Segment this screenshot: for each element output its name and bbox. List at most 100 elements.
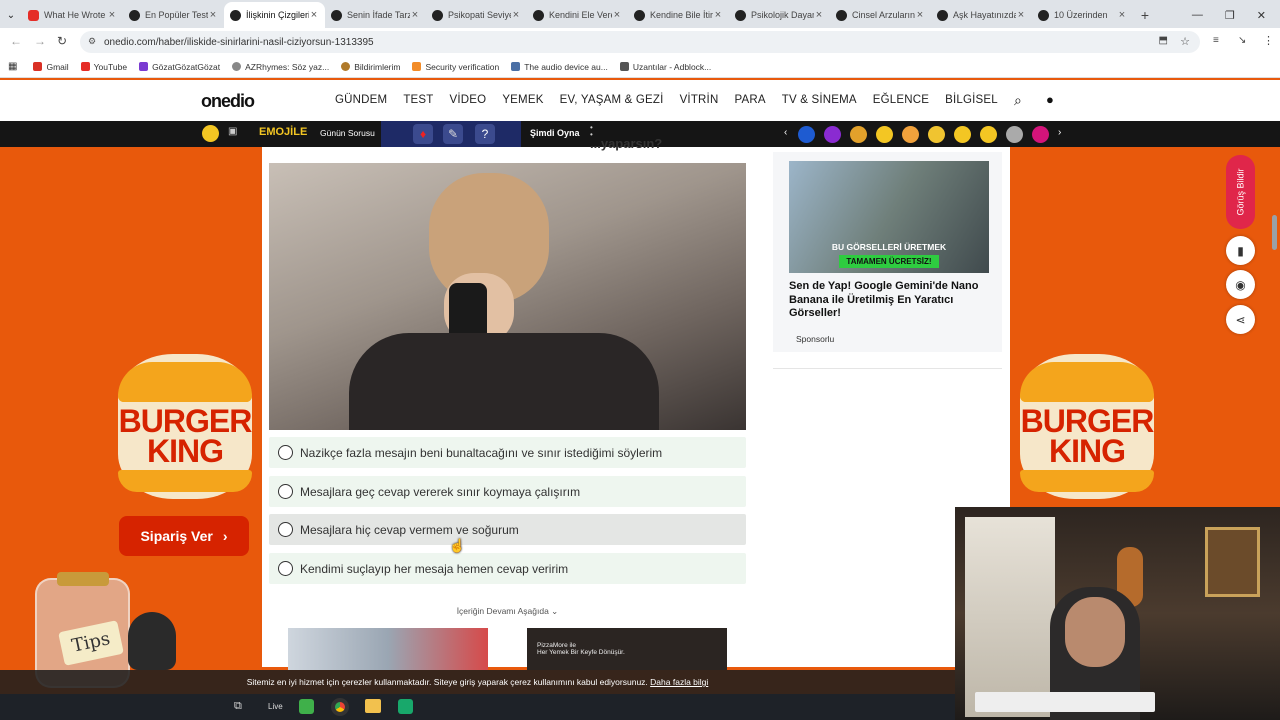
cookie-more-link[interactable]: Daha fazla bilgi <box>650 677 708 687</box>
chevron-left-icon[interactable]: ‹ <box>784 127 787 138</box>
browser-tab[interactable]: 10 Üzerinden × <box>1032 2 1133 28</box>
folder-icon[interactable] <box>365 699 381 713</box>
emoji-item-icon[interactable] <box>824 126 841 143</box>
back-icon[interactable]: ← <box>10 34 22 48</box>
nav-ev-yasam-gezi[interactable]: EV, YAŞAM & GEZİ <box>560 94 664 106</box>
bookmark-security[interactable]: Security verification <box>412 62 499 72</box>
chevron-right-icon[interactable]: › <box>1058 127 1061 138</box>
live-item[interactable]: Live <box>268 702 283 711</box>
bookmark-icon[interactable]: ▮ <box>1226 236 1255 265</box>
media-control-icon[interactable]: ≡ <box>1213 35 1219 46</box>
browser-tab[interactable]: Senin İfade Tarzın× <box>325 2 426 28</box>
emoji-item-icon[interactable] <box>1032 126 1049 143</box>
address-bar[interactable]: ⚙ onedio.com/haber/iliskide-sinirlarini-… <box>80 31 1200 53</box>
emoji-item-icon[interactable] <box>980 126 997 143</box>
feedback-button[interactable]: Görüş Bildir <box>1226 155 1255 229</box>
emoji-item-icon[interactable] <box>850 126 867 143</box>
browser-tab[interactable]: Cinsel Arzuların × <box>830 2 931 28</box>
nav-video[interactable]: VİDEO <box>450 94 487 106</box>
share-icon[interactable]: ⋖ <box>1226 305 1255 334</box>
close-icon[interactable]: × <box>1117 9 1127 21</box>
bookmark-bildirimlerim[interactable]: Bildirimlerim <box>341 62 400 72</box>
close-icon[interactable]: × <box>1016 9 1026 21</box>
close-icon[interactable]: × <box>612 9 622 21</box>
sidebar-ad-image[interactable]: BU GÖRSELLERİ ÜRETMEK TAMAMEN ÜCRETSİZ! <box>789 161 989 273</box>
app-icon[interactable] <box>398 699 413 714</box>
emoji-item-icon[interactable] <box>954 126 971 143</box>
browser-tab[interactable]: Psikopati Seviyen× <box>426 2 527 28</box>
browser-tab[interactable]: Kendini Ele Veren× <box>527 2 628 28</box>
chrome-icon[interactable] <box>331 698 349 716</box>
install-icon[interactable]: ⬒ <box>1159 35 1168 46</box>
nav-para[interactable]: PARA <box>734 94 765 106</box>
bookmark-star-icon[interactable]: ☆ <box>1180 35 1190 48</box>
bookmark-uzantilar[interactable]: Uzantılar - Adblock... <box>619 62 711 72</box>
nav-gundem[interactable]: GÜNDEM <box>335 94 387 106</box>
download-icon[interactable]: ↘ <box>1238 35 1246 46</box>
site-info-icon[interactable]: ⚙ <box>88 36 96 47</box>
nav-bilgisel[interactable]: BİLGİSEL <box>945 94 998 106</box>
user-icon[interactable]: ● <box>1046 92 1054 107</box>
continue-below[interactable]: İçeriğin Devamı Aşağıda ⌄ <box>269 606 746 626</box>
emoji-item-icon[interactable] <box>876 126 893 143</box>
close-icon[interactable]: × <box>107 9 117 21</box>
close-icon[interactable]: × <box>410 9 420 21</box>
answer-option-hover[interactable]: Mesajlara hiç cevap vermem ve soğurum <box>269 514 746 545</box>
radio-button[interactable] <box>278 522 293 537</box>
nav-tv-sinema[interactable]: TV & SİNEMA <box>782 94 857 106</box>
answer-option[interactable]: Mesajlara geç cevap vererek sınır koymay… <box>269 476 746 507</box>
radio-button[interactable] <box>278 561 293 576</box>
browser-tab[interactable]: Psikolojik Dayanıklılık× <box>729 2 830 28</box>
burger-king-logo-left[interactable]: BURGER KING <box>118 354 252 499</box>
bookmark-gozat[interactable]: GözatGözatGözat <box>139 62 220 72</box>
browser-tab[interactable]: En Popüler Testler× <box>123 2 224 28</box>
bookmark-azrhymes[interactable]: AZRhymes: Söz yaz... <box>232 62 329 72</box>
play-now-button[interactable]: Şimdi Oyna <box>530 128 580 138</box>
answer-option[interactable]: Kendimi suçlayıp her mesaja hemen cevap … <box>269 553 746 584</box>
sidebar-ad-title[interactable]: Sen de Yap! Google Gemini'de Nano Banana… <box>789 280 989 321</box>
reload-icon[interactable]: ↻ <box>57 34 67 48</box>
emoji-item-icon[interactable] <box>1006 126 1023 143</box>
order-button[interactable]: Sipariş Ver › <box>119 516 249 556</box>
new-tab-icon[interactable]: + <box>1133 2 1157 28</box>
browser-tab[interactable]: Aşk Hayatınızda × <box>931 2 1032 28</box>
close-icon[interactable]: × <box>915 9 925 21</box>
tab-search-icon[interactable]: ⌄ <box>0 2 22 28</box>
browser-tab[interactable]: What He Wrote × <box>22 2 123 28</box>
close-window-icon[interactable]: ✕ <box>1257 9 1266 22</box>
close-icon[interactable]: × <box>309 9 319 21</box>
emoji-item-icon[interactable] <box>902 126 919 143</box>
ad-image-appliances[interactable] <box>288 628 488 670</box>
forward-icon[interactable]: → <box>34 34 46 48</box>
close-icon[interactable]: × <box>814 9 824 21</box>
emoji-puzzle[interactable]: ♦ ✎ ? <box>381 121 521 147</box>
answer-option[interactable]: Nazikçe fazla mesajın beni bunaltacağını… <box>269 437 746 468</box>
radio-button[interactable] <box>278 484 293 499</box>
nav-yemek[interactable]: YEMEK <box>502 94 543 106</box>
close-icon[interactable]: × <box>511 9 521 21</box>
close-icon[interactable]: × <box>713 9 723 21</box>
radio-button[interactable] <box>278 445 293 460</box>
maximize-icon[interactable]: ❐ <box>1225 9 1235 22</box>
nav-test[interactable]: TEST <box>403 94 433 106</box>
scrollbar-thumb[interactable] <box>1272 215 1277 250</box>
app-icon[interactable] <box>299 699 314 714</box>
browser-tab[interactable]: Kendine Bile İtiraf× <box>628 2 729 28</box>
task-view-icon[interactable]: ⧉ <box>234 700 242 713</box>
bookmark-audio[interactable]: The audio device au... <box>511 62 608 72</box>
nav-vitrin[interactable]: VİTRİN <box>680 94 719 106</box>
emoji-item-icon[interactable] <box>798 126 815 143</box>
menu-icon[interactable]: ⋮ <box>1263 34 1274 47</box>
burger-king-logo-right[interactable]: BURGER KING <box>1020 354 1154 499</box>
comment-icon[interactable]: ◉ <box>1226 270 1255 299</box>
close-icon[interactable]: × <box>208 9 218 21</box>
bookmark-gmail[interactable]: Gmail <box>33 62 69 72</box>
apps-icon[interactable]: ▦ <box>8 61 17 72</box>
emoji-item-icon[interactable] <box>928 126 945 143</box>
ad-image-pizzamore[interactable]: PizzaMore ile Her Yemek Bir Keyfe Dönüşü… <box>527 628 727 670</box>
browser-tab-active[interactable]: İlişkinin Çizgileri × <box>224 2 325 28</box>
bookmark-youtube[interactable]: YouTube <box>80 62 127 72</box>
minimize-icon[interactable]: — <box>1192 9 1203 21</box>
onedio-logo[interactable]: onedio <box>201 91 255 112</box>
nav-eglence[interactable]: EĞLENCE <box>873 94 929 106</box>
